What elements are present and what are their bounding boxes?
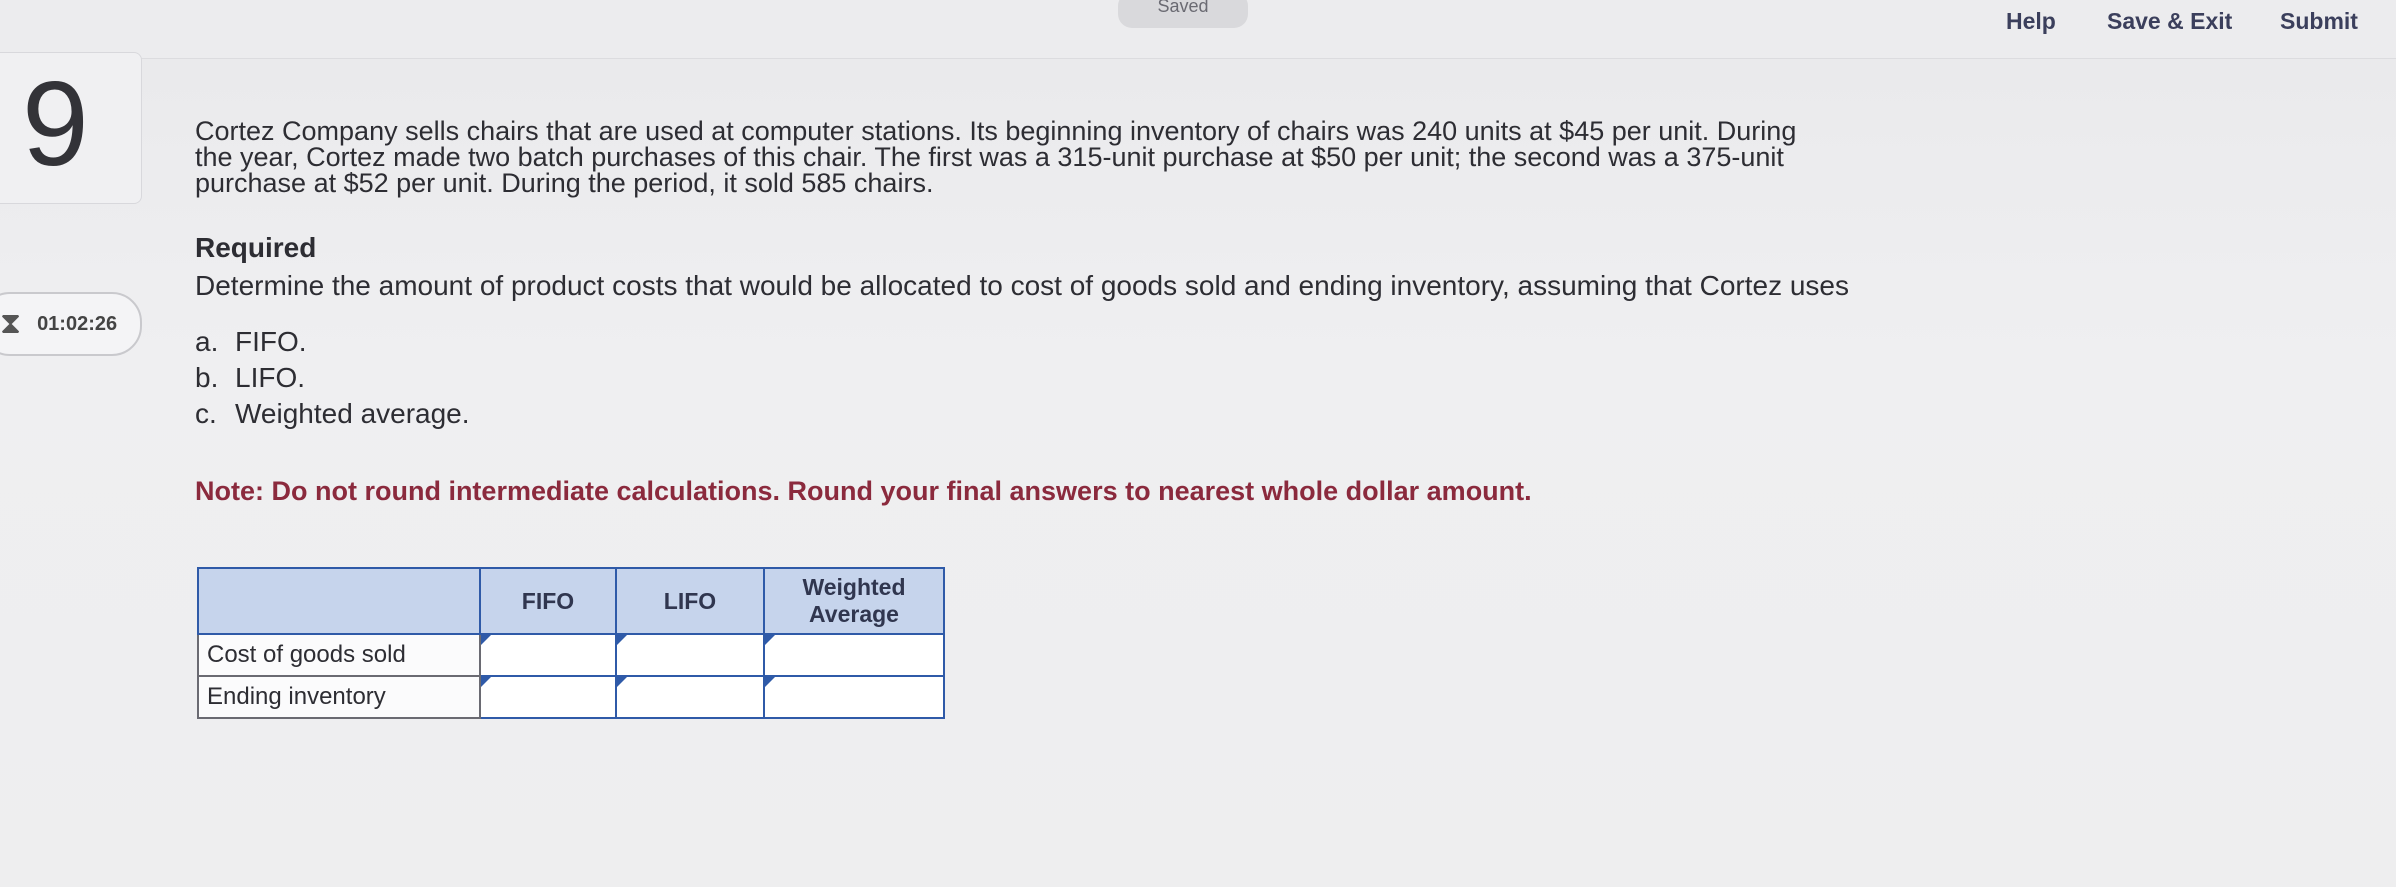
list-text: Weighted average.	[235, 398, 470, 429]
ending-inventory-fifo-input[interactable]	[479, 675, 617, 719]
hourglass-icon: ⧗	[0, 307, 22, 340]
list-letter: a.	[195, 326, 219, 357]
table-header-weighted-average: Weighted Average	[763, 567, 945, 635]
list-item: a. FIFO.	[195, 324, 1995, 360]
answer-table: FIFO LIFO Weighted Average Cost of goods…	[197, 567, 945, 719]
page: Saved Help Save & Exit Submit 9 ⧗ 01:02:…	[0, 0, 2396, 887]
table-row: Ending inventory	[197, 675, 945, 719]
ending-inventory-lifo-input[interactable]	[615, 675, 765, 719]
list-item: b. LIFO.	[195, 360, 1995, 396]
table-header-lifo: LIFO	[615, 567, 765, 635]
list-text: FIFO.	[235, 326, 307, 357]
top-bar: Saved Help Save & Exit Submit	[0, 0, 2396, 59]
cogs-lifo-input[interactable]	[615, 633, 765, 677]
submit-button[interactable]: Submit	[2280, 8, 2358, 35]
table-header-row: FIFO LIFO Weighted Average	[197, 567, 945, 635]
table-row: Cost of goods sold	[197, 633, 945, 677]
timer-text: 01:02:26	[37, 312, 118, 335]
saved-status-badge: Saved	[1118, 0, 1248, 28]
question-content: Cortez Company sells chairs that are use…	[195, 118, 1995, 507]
rounding-note: Note: Do not round intermediate calculat…	[195, 476, 1532, 506]
cogs-weighted-average-input[interactable]	[763, 633, 945, 677]
prompt-line: purchase at $52 per unit. During the per…	[195, 168, 934, 198]
list-letter: b.	[195, 362, 219, 393]
cogs-fifo-input[interactable]	[479, 633, 617, 677]
timer[interactable]: ⧗ 01:02:26	[0, 292, 142, 356]
help-button[interactable]: Help	[2006, 8, 2056, 35]
required-text: Determine the amount of product costs th…	[195, 270, 1849, 301]
table-header-blank	[197, 567, 481, 635]
row-label-ending-inventory: Ending inventory	[197, 675, 481, 719]
list-item: c. Weighted average.	[195, 396, 1995, 432]
save-exit-button[interactable]: Save & Exit	[2107, 8, 2232, 35]
question-prompt: Cortez Company sells chairs that are use…	[195, 118, 1985, 198]
required-heading: Required	[195, 232, 317, 263]
ending-inventory-weighted-average-input[interactable]	[763, 675, 945, 719]
requirement-list: a. FIFO. b. LIFO. c. Weighted average.	[195, 324, 1995, 432]
list-letter: c.	[195, 398, 217, 429]
question-number: 9	[22, 57, 89, 191]
list-text: LIFO.	[235, 362, 306, 393]
row-label-cost-of-goods-sold: Cost of goods sold	[197, 633, 481, 677]
table-header-fifo: FIFO	[479, 567, 617, 635]
